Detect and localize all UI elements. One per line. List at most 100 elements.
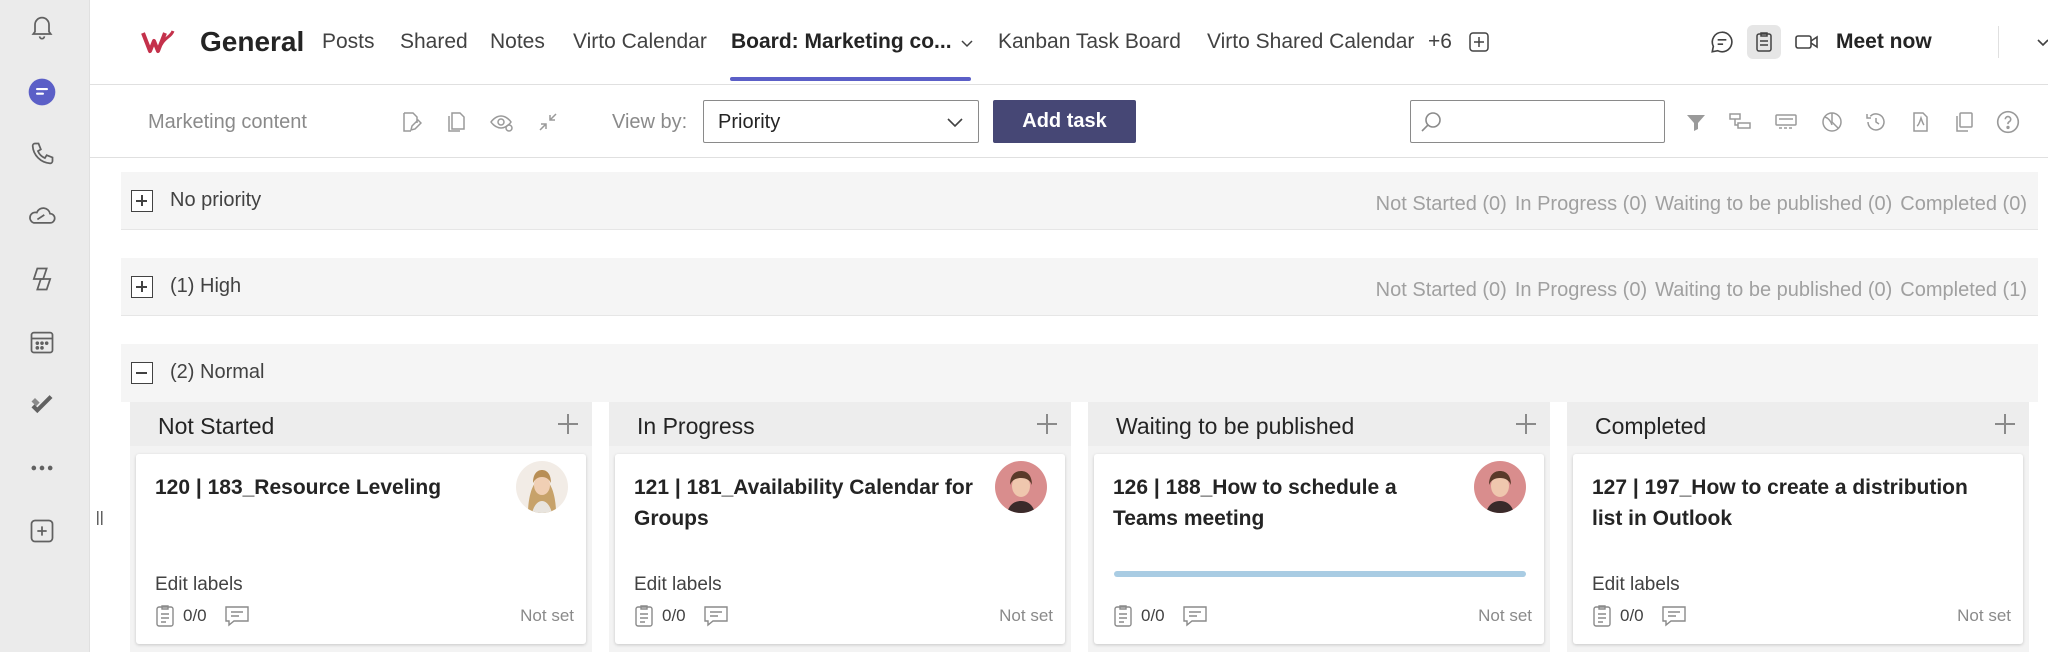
add-apps-icon[interactable]: [25, 514, 59, 548]
chat-icon[interactable]: [25, 75, 59, 109]
column-header: Not Started: [130, 402, 592, 446]
add-tab-icon[interactable]: [1462, 25, 1496, 59]
hierarchy-icon[interactable]: [1724, 106, 1756, 138]
column-header: Completed: [1567, 402, 2029, 446]
edit-board-icon[interactable]: [394, 106, 426, 138]
group-high: (1) High Not Started (0) In Progress (0) W…: [121, 258, 2038, 316]
task-card[interactable]: 127 | 197_How to create a distribution l…: [1573, 454, 2023, 644]
card-title[interactable]: 126 | 188_How to schedule a Teams meetin…: [1113, 472, 1453, 534]
edit-labels-link[interactable]: Edit labels: [155, 572, 243, 598]
task-card[interactable]: 120 | 183_Resource Leveling Edit labels …: [136, 454, 586, 644]
duplicate-icon[interactable]: [1948, 106, 1980, 138]
task-card[interactable]: 121 | 181_Availability Calendar for Grou…: [615, 454, 1065, 644]
visibility-settings-icon[interactable]: [486, 106, 518, 138]
add-card-plus-icon[interactable]: [1995, 414, 2015, 434]
stat-not-started: Not Started (0): [1375, 193, 1507, 215]
group-stats: Not Started (0) In Progress (0) Waiting to…: [1368, 276, 2027, 304]
add-task-button[interactable]: Add task: [993, 100, 1136, 143]
checklist-icon: [635, 605, 653, 627]
tab-shared[interactable]: Shared: [400, 24, 468, 60]
avatar[interactable]: [995, 461, 1047, 513]
view-by-value: Priority: [718, 111, 781, 133]
bell-icon[interactable]: [25, 10, 59, 44]
column-waiting-to-be-published: Waiting to be published 126 | 188_How to…: [1088, 402, 1550, 652]
stat-waiting: Waiting to be published (0): [1655, 279, 1893, 301]
tab-chevron-down-icon[interactable]: [950, 26, 984, 60]
copy-board-icon[interactable]: [440, 106, 472, 138]
search-icon: [1421, 112, 1441, 132]
help-icon[interactable]: [1992, 106, 2024, 138]
stat-not-started: Not Started (0): [1375, 279, 1507, 301]
column-title: Completed: [1595, 413, 1707, 439]
add-card-plus-icon[interactable]: [1516, 414, 1536, 434]
board-toolbar: Marketing content View by: Priority Add …: [90, 86, 2048, 158]
add-card-plus-icon[interactable]: [1037, 414, 1057, 434]
comment-icon[interactable]: [1182, 605, 1208, 627]
view-by-label: View by:: [612, 111, 688, 133]
column-not-started: Not Started 120 | 183_Resource Leveling …: [130, 402, 592, 652]
group-name: (1) High: [170, 275, 242, 297]
onedrive-cloud-icon[interactable]: [25, 199, 59, 233]
app-rail: [0, 0, 90, 652]
add-card-plus-icon[interactable]: [558, 414, 578, 434]
checklist-count: 0/0: [1141, 606, 1165, 625]
comment-icon[interactable]: [1661, 605, 1687, 627]
card-layout-icon[interactable]: [1770, 106, 1802, 138]
video-camera-icon[interactable]: [1790, 25, 1824, 59]
card-title[interactable]: 121 | 181_Availability Calendar for Grou…: [634, 472, 974, 534]
group-name: No priority: [170, 189, 262, 211]
edit-labels-link[interactable]: Edit labels: [1592, 572, 1680, 598]
comment-icon[interactable]: [703, 605, 729, 627]
copilot-icon[interactable]: [25, 262, 59, 296]
tab-board-marketing[interactable]: Board: Marketing co...: [731, 24, 952, 60]
view-by-select[interactable]: Priority: [703, 100, 979, 143]
task-card[interactable]: 126 | 188_How to schedule a Teams meetin…: [1094, 454, 1544, 644]
card-meta: 0/0 Not set: [633, 604, 1053, 628]
due-date: Not set: [1957, 606, 2011, 625]
avatar[interactable]: [1474, 461, 1526, 513]
stat-completed: Completed (0): [1900, 193, 2027, 215]
progress-bar: [1114, 571, 1526, 577]
search-box[interactable]: [1410, 100, 1665, 143]
group-name: (2) Normal: [170, 361, 265, 383]
team-logo-icon: [138, 22, 178, 62]
active-tab-indicator: [730, 77, 971, 81]
card-title[interactable]: 127 | 197_How to create a distribution l…: [1592, 472, 2002, 534]
tab-kanban-task-board[interactable]: Kanban Task Board: [998, 24, 1181, 60]
channel-title: General: [200, 26, 305, 57]
meet-now-button[interactable]: Meet now: [1836, 24, 1932, 60]
edit-labels-link[interactable]: Edit labels: [634, 572, 722, 598]
expand-icon[interactable]: [131, 190, 153, 212]
more-apps-icon[interactable]: [25, 451, 59, 485]
calendar-icon[interactable]: [25, 325, 59, 359]
planner-icon[interactable]: [25, 388, 59, 422]
search-input[interactable]: [1449, 107, 1659, 137]
phone-icon[interactable]: [25, 137, 59, 171]
column-header: Waiting to be published: [1088, 402, 1550, 446]
checklist-count: 0/0: [1620, 606, 1644, 625]
column-header: In Progress: [609, 402, 1071, 446]
group-stats: Not Started (0) In Progress (0) Waiting to…: [1368, 190, 2027, 218]
board-app-icon[interactable]: [1747, 25, 1781, 59]
column-title: Waiting to be published: [1116, 413, 1355, 439]
meet-chevron-down-icon[interactable]: [2026, 25, 2048, 59]
rail-resize-handle-icon[interactable]: [95, 508, 105, 528]
export-pdf-icon[interactable]: [1904, 106, 1936, 138]
comment-icon[interactable]: [224, 605, 250, 627]
collapse-icon[interactable]: [532, 106, 564, 138]
stat-in-progress: In Progress (0): [1514, 279, 1648, 301]
tab-virto-shared-calendar[interactable]: Virto Shared Calendar: [1207, 24, 1414, 60]
more-tabs-button[interactable]: +6: [1428, 24, 1452, 60]
tab-virto-calendar[interactable]: Virto Calendar: [573, 24, 707, 60]
history-icon[interactable]: [1860, 106, 1892, 138]
filter-icon[interactable]: [1680, 106, 1712, 138]
collapse-group-icon[interactable]: [131, 362, 153, 384]
avatar[interactable]: [516, 461, 568, 513]
card-title[interactable]: 120 | 183_Resource Leveling: [155, 472, 495, 503]
checklist-count: 0/0: [183, 606, 207, 625]
color-palette-icon[interactable]: [1816, 106, 1848, 138]
conversation-icon[interactable]: [1705, 25, 1739, 59]
tab-posts[interactable]: Posts: [322, 24, 375, 60]
expand-icon[interactable]: [131, 276, 153, 298]
tab-notes[interactable]: Notes: [490, 24, 545, 60]
